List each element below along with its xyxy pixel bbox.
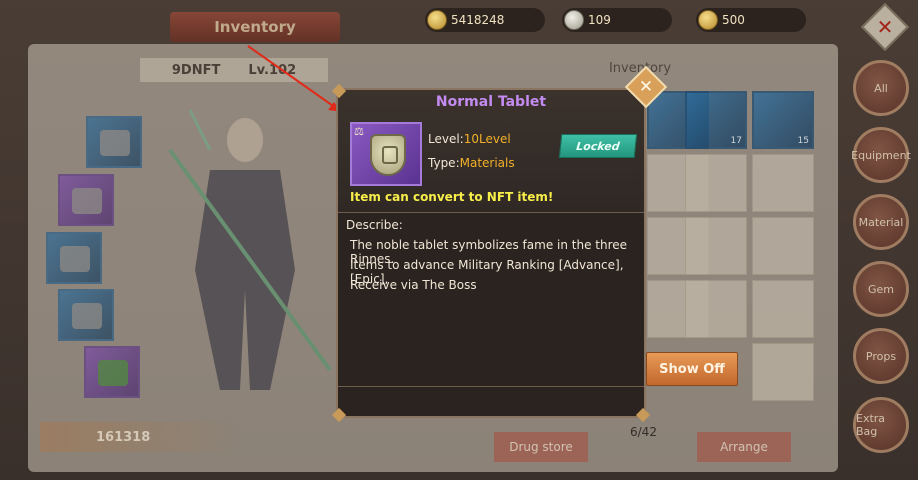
nft-conversion-note: Item can convert to NFT item! <box>350 190 554 204</box>
popup-footer-divider <box>338 386 644 387</box>
item-level: Level:10Level <box>428 132 511 146</box>
close-icon: ✕ <box>638 77 654 97</box>
describe-label: Describe: <box>346 218 403 232</box>
item-detail-popup: Normal Tablet ⚖ Level:10Level Type:Mater… <box>331 83 651 423</box>
tablet-icon <box>370 134 406 176</box>
item-type: Type:Materials <box>428 156 515 170</box>
locked-status-badge[interactable]: Locked <box>558 134 638 158</box>
description-line: Receive via The Boss <box>350 278 477 292</box>
popup-divider <box>338 212 644 213</box>
scale-icon: ⚖ <box>354 125 364 138</box>
item-name: Normal Tablet <box>435 94 547 110</box>
item-icon-frame: ⚖ <box>350 122 422 186</box>
